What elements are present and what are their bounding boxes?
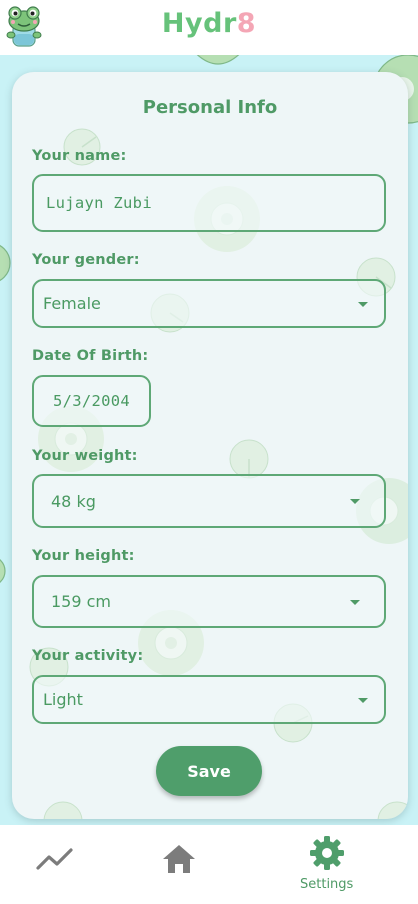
lily-pad-decoration-icon: [377, 801, 408, 819]
lily-pad-decoration-icon: [196, 55, 240, 65]
app-title-part1: Hydr: [161, 8, 237, 39]
nav-item-home[interactable]: [161, 843, 197, 875]
chevron-down-icon: [358, 301, 368, 307]
nav-item-settings[interactable]: Settings: [300, 835, 353, 892]
name-value: Lujayn Zubi: [46, 194, 152, 212]
app-title: Hydr8: [0, 8, 418, 39]
activity-select[interactable]: Light: [32, 675, 386, 724]
nav-item-stats[interactable]: [36, 847, 74, 871]
trending-up-icon: [36, 848, 73, 870]
dob-value: 5/3/2004: [52, 392, 131, 410]
gear-icon: [309, 836, 344, 870]
bottom-navigation: Settings: [0, 825, 418, 904]
activity-label: Your activity:: [32, 648, 144, 664]
app-title-part2: 8: [236, 8, 257, 39]
personal-info-card: Personal Info Your name: Lujayn Zubi You…: [12, 72, 408, 819]
gender-label: Your gender:: [32, 252, 140, 268]
height-select[interactable]: 159 cm: [32, 575, 386, 628]
chevron-down-icon: [350, 499, 360, 504]
height-value: 159 cm: [51, 592, 112, 611]
lily-pad-decoration-icon: [43, 801, 83, 819]
height-label: Your height:: [32, 548, 135, 564]
dob-input[interactable]: 5/3/2004: [32, 375, 151, 427]
card-title: Personal Info: [142, 97, 278, 118]
weight-label: Your weight:: [32, 448, 138, 464]
dob-label: Date Of Birth:: [32, 348, 149, 364]
gender-value: Female: [43, 294, 101, 313]
name-label: Your name:: [32, 148, 127, 164]
app-bar: Hydr8: [0, 0, 418, 55]
activity-value: Light: [43, 690, 83, 709]
weight-value: 48 kg: [51, 491, 96, 511]
save-button[interactable]: Save: [156, 746, 262, 796]
weight-select[interactable]: 48 kg: [32, 474, 386, 528]
chevron-down-icon: [358, 697, 368, 703]
chevron-down-icon: [350, 599, 360, 605]
home-icon: [163, 845, 195, 873]
name-input[interactable]: Lujayn Zubi: [32, 174, 386, 232]
nav-label-settings: Settings: [300, 877, 354, 892]
lily-pad-decoration-icon: [0, 559, 6, 583]
gender-select[interactable]: Female: [32, 279, 386, 328]
lily-pad-decoration-icon: [0, 244, 11, 282]
